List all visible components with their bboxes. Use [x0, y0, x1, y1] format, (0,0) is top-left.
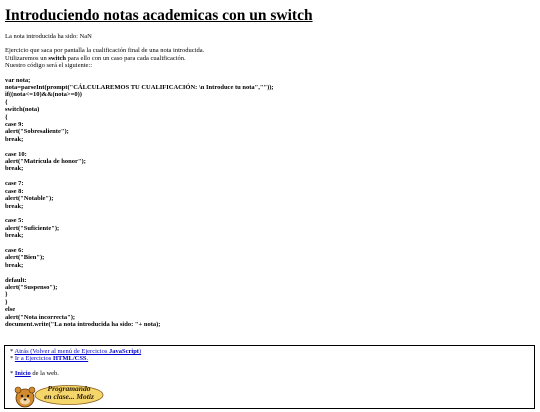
code-line: } [5, 291, 8, 299]
code-line: else [5, 306, 16, 314]
code-line: default: [5, 276, 27, 284]
code-line: document.write("La nota introducida ha s… [5, 320, 161, 328]
html-link-text: Ir a Ejercicios [14, 355, 53, 363]
code-line: alert("Bien"); [5, 254, 45, 262]
back-link-bold: JavaScript [109, 348, 139, 355]
code-line: case 5: [5, 217, 24, 225]
description-line-2: Utilizaremos un switch para ello con un … [5, 55, 535, 62]
home-link[interactable]: Inicio [15, 370, 31, 377]
footer-link-row-back: * Atrás (Volver al menú de Ejercicios Ja… [10, 348, 529, 355]
code-line: break; [5, 232, 24, 240]
footer-link-row-html: * Ir a Ejercicios HTML/CSS. [10, 355, 529, 362]
code-line: } [5, 298, 8, 306]
programando-en-clase-logo[interactable]: Programando en clase... Motiz [13, 384, 105, 410]
code-line: case 8: [5, 187, 24, 195]
code-line: alert("Notable"); [5, 195, 54, 203]
code-line: alert("Suficiente"); [5, 224, 60, 232]
code-spacer [5, 173, 535, 180]
code-line: case 9: [5, 121, 24, 129]
back-link-text: Atrás (Volver al menú de Ejercicios [14, 348, 109, 355]
code-line: case 7: [5, 180, 24, 188]
code-line: switch(nota) [5, 106, 40, 114]
code-line: { [5, 113, 8, 121]
result-text: La nota introducida ha sido: NaN [5, 33, 92, 40]
description-line-2-pre: Utilizaremos un [5, 54, 49, 62]
description-line-2-post: para ello con un caso para cada cualific… [66, 54, 186, 62]
code-line: break; [5, 261, 24, 269]
code-line: break; [5, 202, 24, 210]
page-content: Introduciendo notas academicas con un sw… [5, 6, 535, 328]
home-link-suffix: de la web. [30, 369, 59, 377]
home-link-text: Inicio [14, 369, 31, 377]
back-link-close: ) [138, 348, 142, 355]
code-line: alert("Suspenso"); [5, 283, 58, 291]
code-line: break; [5, 135, 24, 143]
code-spacer [5, 210, 535, 217]
code-line: alert("Sobresaliente"); [5, 128, 69, 136]
code-line: alert("Matrícula de honor"); [5, 158, 86, 166]
switch-keyword: switch [48, 54, 67, 62]
code-spacer [5, 143, 535, 150]
code-line: case 10: [5, 150, 27, 158]
code-line: var nota; [5, 76, 31, 84]
code-line: nota=parseInt(prompt("CÁLCULAREMOS TU CU… [5, 84, 274, 92]
description-line-1: Ejercicio que saca por pantalla la cuali… [5, 47, 205, 55]
code-block: var nota; nota=parseInt(prompt("CÁLCULAR… [5, 77, 535, 329]
description: Ejercicio que saca por pantalla la cuali… [5, 47, 535, 69]
html-css-exercises-link[interactable]: Ir a Ejercicios HTML/CSS. [15, 355, 88, 362]
code-line: case 6: [5, 246, 24, 254]
logo-text: Programando en clase... Motiz [39, 385, 99, 401]
code-line: alert("Nota incorrecta"); [5, 313, 76, 321]
footer-nav-box: * Atrás (Volver al menú de Ejercicios Ja… [4, 345, 535, 409]
code-line: break; [5, 165, 24, 173]
logo-text-line-2: en clase... Motiz [44, 392, 94, 401]
page-title: Introduciendo notas academicas con un sw… [5, 7, 313, 24]
code-line: if((nota<=10)&&(nota>=0)) [5, 91, 82, 99]
back-to-javascript-link[interactable]: Atrás (Volver al menú de Ejercicios Java… [15, 348, 142, 355]
html-link-dot: . [86, 355, 89, 363]
code-line: { [5, 98, 8, 106]
description-line-3: Nuestro código será el siguiente:: [5, 62, 93, 70]
html-link-bold: HTML/CSS [52, 355, 87, 363]
code-spacer [5, 240, 535, 247]
footer-link-row-home: * Inicio de la web. [10, 370, 529, 377]
code-spacer [5, 269, 535, 276]
